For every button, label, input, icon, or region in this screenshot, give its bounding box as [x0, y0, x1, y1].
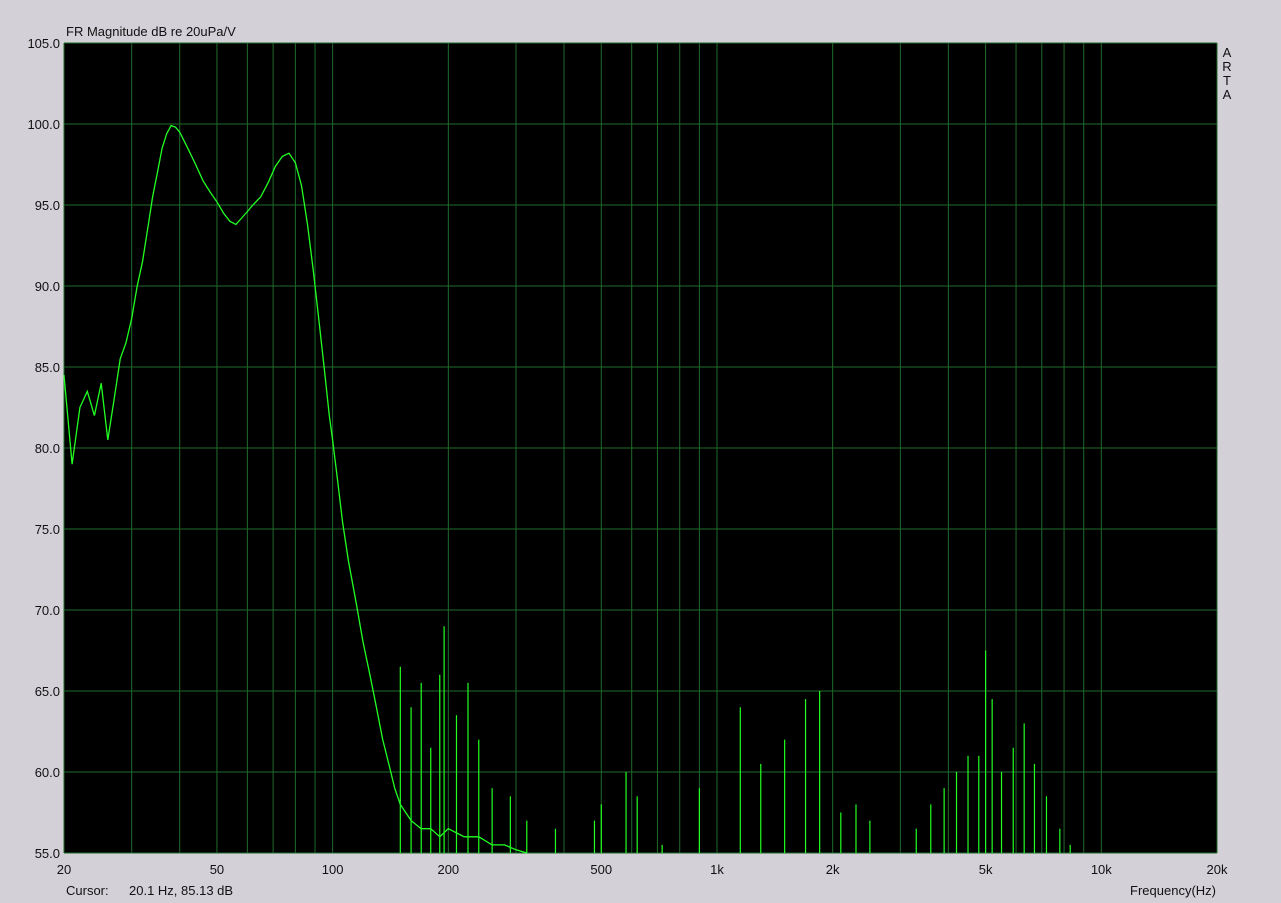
x-tick-label: 20k — [1207, 862, 1228, 877]
x-tick-label: 2k — [826, 862, 840, 877]
y-tick-label: 90.0 — [35, 279, 60, 294]
y-tick-label: 55.0 — [35, 846, 60, 861]
y-tick-label: 80.0 — [35, 441, 60, 456]
chart-title: FR Magnitude dB re 20uPa/V — [66, 24, 236, 39]
arta-letter: A — [1223, 87, 1232, 102]
y-tick-label: 65.0 — [35, 684, 60, 699]
arta-logo: ARTA — [1222, 45, 1231, 102]
y-tick-label: 70.0 — [35, 603, 60, 618]
cursor-readout: 20.1 Hz, 85.13 dB — [129, 883, 233, 898]
x-tick-label: 200 — [437, 862, 459, 877]
y-tick-label: 75.0 — [35, 522, 60, 537]
x-tick-label: 20 — [57, 862, 71, 877]
x-axis-label: Frequency(Hz) — [1130, 883, 1216, 898]
y-tick-label: 60.0 — [35, 765, 60, 780]
x-tick-label: 100 — [322, 862, 344, 877]
y-tick-label: 95.0 — [35, 198, 60, 213]
y-tick-label: 100.0 — [27, 117, 60, 132]
cursor-label: Cursor: — [66, 883, 109, 898]
x-tick-label: 500 — [590, 862, 612, 877]
y-tick-label: 105.0 — [27, 36, 60, 51]
x-tick-label: 10k — [1091, 862, 1112, 877]
x-tick-label: 1k — [710, 862, 724, 877]
x-tick-label: 50 — [210, 862, 224, 877]
y-tick-label: 85.0 — [35, 360, 60, 375]
arta-letter: T — [1223, 73, 1231, 88]
x-tick-label: 5k — [979, 862, 993, 877]
arta-letter: R — [1222, 59, 1231, 74]
y-axis-ticks: 55.0 60.0 65.0 70.0 75.0 80.0 85.0 90.0 95.0 100.… — [27, 36, 60, 861]
frequency-response-chart[interactable]: FR Magnitude dB re 20uPa/V 55.0 60.0 65.0 7… — [0, 0, 1281, 903]
arta-letter: A — [1223, 45, 1232, 60]
x-axis-ticks: 20 50 100 200 500 1k 2k 5k 10k 20k — [57, 862, 1228, 877]
